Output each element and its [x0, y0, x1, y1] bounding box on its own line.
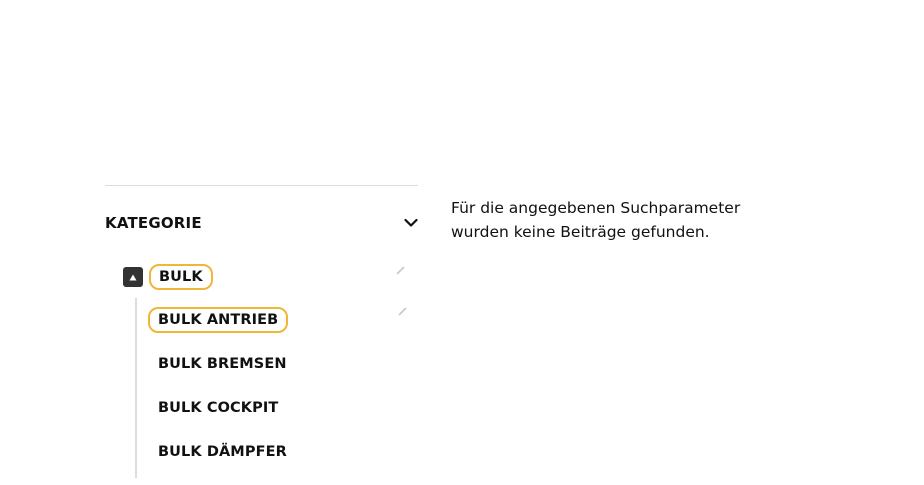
pencil-icon[interactable]	[397, 306, 407, 316]
subcategory-list: BULK ANTRIEB BULK BREMSEN BULK COCKPIT B…	[135, 298, 418, 478]
category-filter-sidebar: KATEGORIE BULK BULK ANTRIEB BULK BREMSEN…	[105, 185, 418, 478]
filter-title: KATEGORIE	[105, 214, 202, 232]
list-item: BULK DÄMPFER	[148, 430, 418, 474]
category-filter-header[interactable]: KATEGORIE	[105, 186, 418, 258]
category-tree: BULK BULK ANTRIEB BULK BREMSEN BULK COCK…	[123, 261, 418, 478]
tree-item-bulk: BULK	[123, 261, 418, 293]
no-results-message: Für die angegebenen Suchparameter wurden…	[451, 199, 741, 241]
list-item: BULK ANTRIEB	[148, 298, 418, 342]
page: KATEGORIE BULK BULK ANTRIEB BULK BREMSEN…	[0, 0, 924, 485]
list-item: BULK BREMSEN	[148, 342, 418, 386]
collapse-toggle-icon[interactable]	[123, 267, 143, 287]
category-link-bulk-bremsen[interactable]: BULK BREMSEN	[148, 351, 297, 377]
category-link-bulk-daempfer[interactable]: BULK DÄMPFER	[148, 439, 297, 465]
list-item: BULK COCKPIT	[148, 386, 418, 430]
chevron-down-icon[interactable]	[404, 216, 418, 230]
category-link-bulk[interactable]: BULK	[149, 264, 213, 290]
category-link-bulk-antrieb[interactable]: BULK ANTRIEB	[148, 307, 289, 333]
pencil-icon[interactable]	[395, 265, 405, 275]
category-link-bulk-cockpit[interactable]: BULK COCKPIT	[148, 395, 288, 421]
